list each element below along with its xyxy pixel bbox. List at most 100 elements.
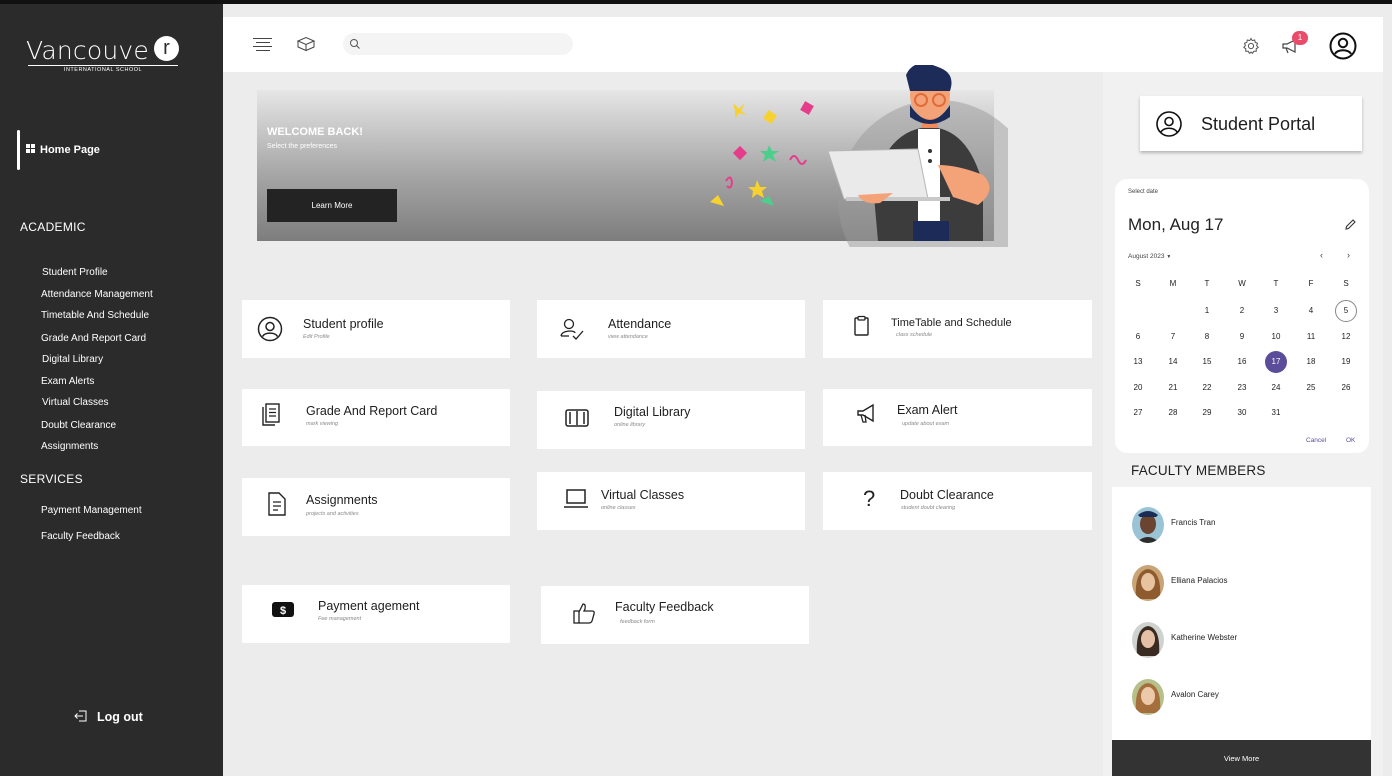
calendar-day[interactable]: 30	[1231, 402, 1253, 424]
sidebar-item-student-profile[interactable]: Student Profile	[42, 267, 108, 278]
logo-letter-badge: r	[154, 36, 179, 61]
card-assignments[interactable]: Assignments projects and activities	[242, 478, 510, 536]
calendar-day[interactable]: 20	[1127, 377, 1149, 399]
report-card-icon	[262, 403, 280, 426]
card-faculty-feedback[interactable]: Faculty Feedback feedback form	[541, 586, 809, 644]
sidebar-item-grade-report[interactable]: Grade And Report Card	[41, 333, 146, 344]
cancel-button[interactable]: Cancel	[1306, 437, 1326, 444]
sidebar-item-home[interactable]: Home Page	[17, 130, 207, 170]
calendar-day[interactable]: 3	[1265, 300, 1287, 322]
card-digital-library[interactable]: Digital Library online library	[537, 391, 805, 449]
calendar-day[interactable]: 16	[1231, 351, 1253, 373]
calendar-day[interactable]: 19	[1335, 351, 1357, 373]
sidebar-item-doubt-clearance[interactable]: Doubt Clearance	[41, 420, 116, 431]
gear-icon[interactable]	[1242, 37, 1260, 55]
calendar-day[interactable]: 14	[1162, 351, 1184, 373]
sidebar-item-faculty-feedback[interactable]: Faculty Feedback	[41, 531, 120, 542]
calendar-day[interactable]: 26	[1335, 377, 1357, 399]
calendar-day[interactable]: 7	[1162, 326, 1184, 348]
student-portal-card[interactable]: Student Portal	[1140, 96, 1362, 151]
school-logo[interactable]: Vancouve r INTERNATIONAL SCHOOL	[26, 36, 186, 76]
calendar-day[interactable]: 9	[1231, 326, 1253, 348]
calendar-day[interactable]: 25	[1300, 377, 1322, 399]
svg-text:$: $	[280, 605, 286, 617]
calendar-day[interactable]: 10	[1265, 326, 1287, 348]
card-doubt-clearance[interactable]: ? Doubt Clearance student doubt clearing	[823, 472, 1092, 530]
card-student-profile[interactable]: Student profile Edit Profile	[242, 300, 510, 358]
user-circle-icon	[1156, 111, 1182, 137]
calendar-day[interactable]: 1	[1196, 300, 1218, 322]
faculty-member[interactable]: Avalon Carey	[1132, 679, 1352, 715]
card-grade-report[interactable]: Grade And Report Card mark viewing	[242, 389, 510, 446]
month-dropdown[interactable]: August 2023 ▼	[1128, 253, 1171, 260]
weekday-label: T	[1204, 279, 1210, 288]
ok-button[interactable]: OK	[1346, 437, 1355, 444]
menu-icon[interactable]	[253, 38, 272, 52]
search-bar[interactable]	[343, 33, 573, 55]
calendar-day[interactable]: 8	[1196, 326, 1218, 348]
next-month-icon[interactable]: ›	[1347, 250, 1350, 260]
faculty-member[interactable]: Katherine Webster	[1132, 622, 1352, 658]
learn-more-button[interactable]: Learn More	[267, 189, 397, 222]
calendar-day[interactable]: 11	[1300, 326, 1322, 348]
sidebar-item-virtual-classes[interactable]: Virtual Classes	[42, 397, 109, 408]
logo-subtitle: INTERNATIONAL SCHOOL	[28, 65, 178, 73]
calendar-day[interactable]: 15	[1196, 351, 1218, 373]
calendar-day[interactable]: 24	[1265, 377, 1287, 399]
search-icon	[350, 39, 360, 49]
logout-icon[interactable]	[74, 710, 88, 722]
sidebar-item-digital-library[interactable]: Digital Library	[42, 354, 103, 365]
calendar-day[interactable]: 27	[1127, 402, 1149, 424]
sidebar-item-assignments[interactable]: Assignments	[41, 441, 98, 452]
sidebar-item-exam-alerts[interactable]: Exam Alerts	[41, 376, 94, 387]
faculty-member[interactable]: Elliana Palacios	[1132, 565, 1352, 601]
calendar-day[interactable]: 23	[1231, 377, 1253, 399]
calendar-day[interactable]: 12	[1335, 326, 1357, 348]
question-icon: ?	[863, 486, 876, 511]
faculty-name: Francis Tran	[1171, 518, 1216, 527]
card-exam-alert[interactable]: Exam Alert update about exam	[823, 389, 1092, 446]
person-illustration	[827, 65, 1008, 247]
sidebar-item-label: Home Page	[40, 144, 100, 156]
pencil-icon[interactable]	[1345, 219, 1356, 230]
sidebar-item-payment-management[interactable]: Payment Management	[41, 505, 142, 516]
calendar-day[interactable]: 28	[1162, 402, 1184, 424]
faculty-member[interactable]: Francis Tran	[1132, 507, 1352, 543]
calendar-day[interactable]: 2	[1231, 300, 1253, 322]
card-attendance[interactable]: Attendance view attendance	[537, 300, 805, 358]
sidebar-item-attendance-management[interactable]: Attendance Management	[41, 289, 153, 300]
calendar-day[interactable]: 29	[1196, 402, 1218, 424]
book-icon	[565, 409, 589, 427]
search-input[interactable]	[367, 36, 571, 54]
card-subtitle: online classes	[601, 505, 636, 511]
calendar-day[interactable]: 5	[1335, 300, 1357, 322]
card-timetable[interactable]: TimeTable and Schedule class schedule	[823, 300, 1092, 358]
card-title: Doubt Clearance	[900, 488, 994, 502]
cube-icon[interactable]	[296, 36, 316, 52]
logout-button[interactable]: Log out	[97, 710, 143, 724]
card-subtitle: view attendance	[608, 334, 648, 340]
sidebar-item-timetable[interactable]: Timetable And Schedule	[41, 310, 149, 321]
view-more-button[interactable]: View More	[1112, 740, 1371, 776]
calendar-day[interactable]: 31	[1265, 402, 1287, 424]
calendar-day[interactable]: 21	[1162, 377, 1184, 399]
calendar-day[interactable]: 13	[1127, 351, 1149, 373]
portal-title: Student Portal	[1201, 114, 1316, 134]
card-virtual-classes[interactable]: Virtual Classes online classes	[537, 472, 805, 530]
avatar	[1132, 622, 1164, 658]
card-title: Exam Alert	[897, 403, 958, 417]
card-subtitle: student doubt clearing	[901, 505, 956, 511]
calendar-day[interactable]: 17	[1265, 351, 1287, 373]
calendar-day[interactable]: 18	[1300, 351, 1322, 373]
selected-date: Mon, Aug 17	[1128, 215, 1224, 234]
calendar-day[interactable]: 6	[1127, 326, 1149, 348]
card-subtitle: feedback form	[620, 619, 655, 625]
calendar-day[interactable]: 4	[1300, 300, 1322, 322]
weekday-label: S	[1135, 279, 1141, 288]
weekday-label: F	[1308, 279, 1314, 288]
card-payment-management[interactable]: $ Payment agement Fee management	[242, 585, 510, 643]
calendar-day[interactable]: 22	[1196, 377, 1218, 399]
prev-month-icon[interactable]: ‹	[1320, 250, 1323, 260]
profile-icon[interactable]	[1329, 32, 1357, 60]
laptop-icon	[564, 489, 588, 508]
